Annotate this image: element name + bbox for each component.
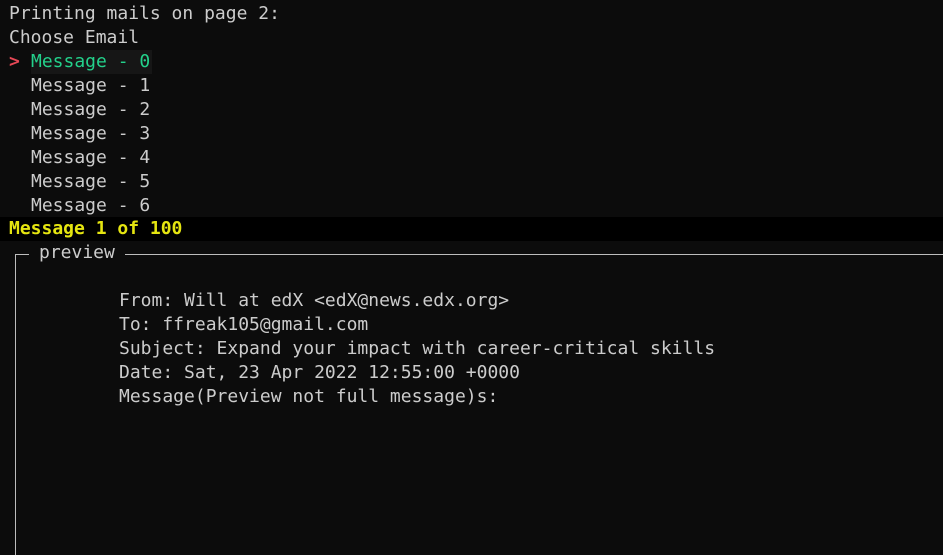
menu-item-message-3[interactable]: Message - 3 [9,122,152,146]
menu-item-label: Message - 4 [31,147,151,168]
cursor-spacer [9,194,31,218]
menu-item-message-1[interactable]: Message - 1 [9,74,152,98]
email-menu: > Message - 0 Message - 1 Message - 2 Mes… [9,50,153,218]
cursor-spacer [9,98,31,122]
cursor-spacer [9,146,31,170]
terminal-window: Printing mails on page 2: Choose Email >… [0,0,943,555]
menu-item-label: Message - 0 [31,50,153,74]
mail-message-preview: Message(Preview not full message)s: [119,386,499,407]
choose-prompt: Choose Email [9,27,140,48]
page-header: Printing mails on page 2: [9,3,280,24]
menu-item-message-2[interactable]: Message - 2 [9,98,152,122]
menu-item-label: Message - 1 [31,75,151,96]
menu-item-label: Message - 2 [31,99,151,120]
mail-subject: Subject: Expand your impact with career-… [119,338,716,359]
menu-item-message-6[interactable]: Message - 6 [9,194,152,218]
cursor-spacer [9,122,31,146]
menu-item-label: Message - 6 [31,195,151,216]
menu-item-message-5[interactable]: Message - 5 [9,170,152,194]
menu-item-message-0[interactable]: > Message - 0 [9,50,153,74]
mail-from: From: Will at edX <edX@news.edx.org> [119,290,510,311]
status-bar: Message 1 of 100 [0,217,943,241]
mail-date: Date: Sat, 23 Apr 2022 12:55:00 +0000 [119,362,520,383]
cursor-spacer [9,170,31,194]
menu-item-label: Message - 5 [31,171,151,192]
selection-cursor-icon: > [9,51,20,72]
mail-to: To: ffreak105@gmail.com [119,314,369,335]
message-counter: Message 1 of 100 [9,218,183,239]
cursor-spacer [9,74,31,98]
preview-panel-title: preview [29,241,125,265]
menu-item-message-4[interactable]: Message - 4 [9,146,152,170]
menu-item-label: Message - 3 [31,123,151,144]
